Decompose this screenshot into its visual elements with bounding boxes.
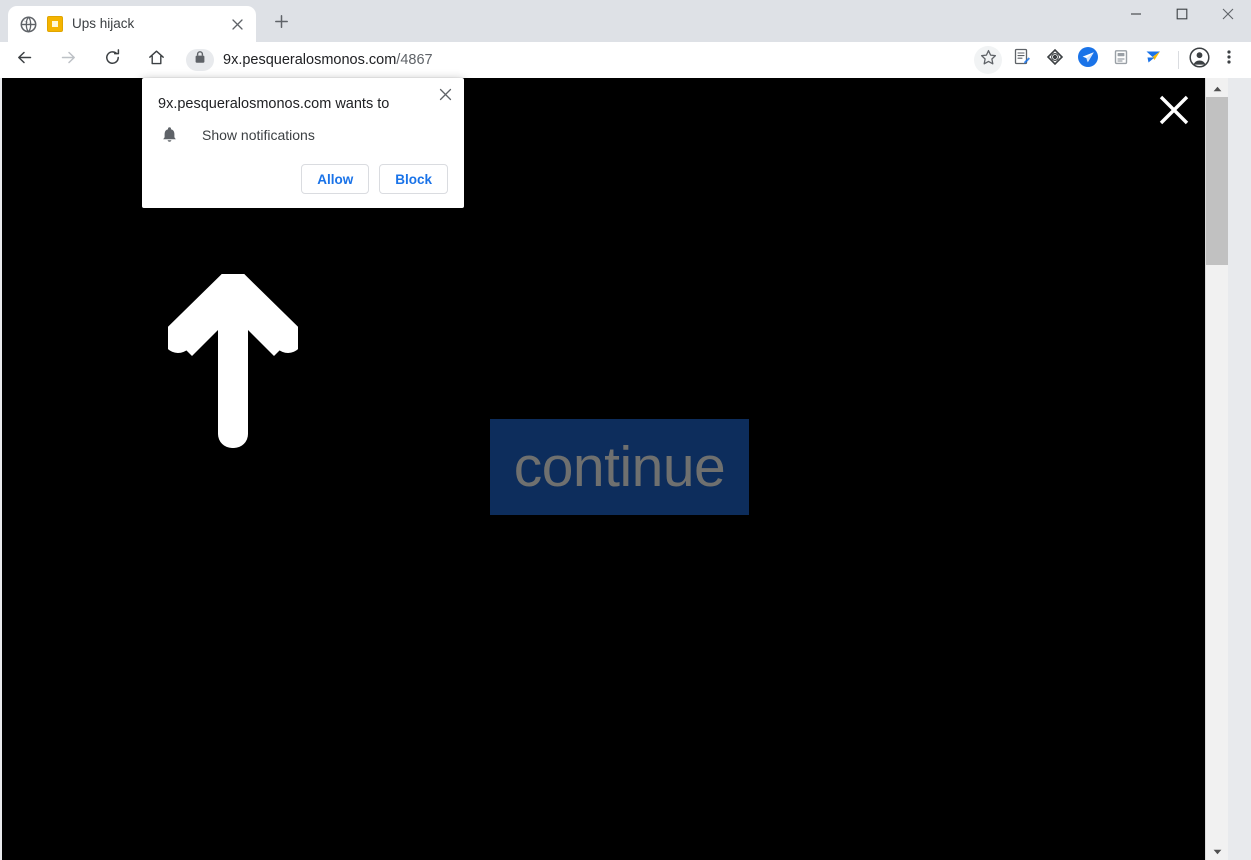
lock-icon bbox=[194, 50, 206, 69]
permission-dialog-actions: Allow Block bbox=[301, 164, 448, 194]
forward-button[interactable] bbox=[54, 46, 82, 74]
toolbar-divider bbox=[1178, 50, 1179, 69]
back-button[interactable] bbox=[10, 46, 38, 74]
back-arrow-icon bbox=[15, 48, 34, 72]
bell-icon bbox=[158, 124, 180, 146]
url-text: 9x.pesqueralosmonos.com/4867 bbox=[223, 46, 433, 74]
maximize-button[interactable] bbox=[1159, 0, 1205, 32]
diamond-node-icon bbox=[1045, 47, 1065, 72]
browser-toolbar: 9x.pesqueralosmonos.com/4867 bbox=[0, 42, 1251, 78]
reload-button[interactable] bbox=[98, 46, 126, 74]
continue-button[interactable]: continue bbox=[490, 419, 749, 515]
scroll-down-arrow-icon bbox=[1213, 842, 1222, 860]
permission-request-row: Show notifications bbox=[158, 124, 315, 146]
lightning-arrow-icon bbox=[1144, 47, 1164, 72]
document-edit-icon bbox=[1012, 47, 1032, 72]
tabstrip-left-padding bbox=[0, 0, 8, 42]
tab-strip: Ups hijack bbox=[0, 0, 1251, 42]
tab-close-icon[interactable] bbox=[226, 13, 248, 35]
scroll-up-arrow-icon bbox=[1213, 79, 1222, 97]
permission-dialog-title: 9x.pesqueralosmonos.com wants to bbox=[158, 96, 390, 112]
permission-request-label: Show notifications bbox=[202, 127, 315, 143]
up-arrow-icon bbox=[163, 269, 303, 464]
permission-dialog-close-button[interactable] bbox=[432, 84, 458, 110]
allow-button[interactable]: Allow bbox=[301, 164, 370, 194]
archive-box-icon bbox=[1112, 48, 1130, 71]
address-bar[interactable]: 9x.pesqueralosmonos.com/4867 bbox=[186, 46, 968, 74]
profile-button[interactable] bbox=[1185, 46, 1213, 74]
profile-avatar-icon bbox=[1188, 46, 1210, 73]
home-button[interactable] bbox=[142, 46, 170, 74]
url-path: /4867 bbox=[396, 51, 433, 68]
minimize-button[interactable] bbox=[1113, 0, 1159, 32]
extension-archive-box-button[interactable] bbox=[1107, 46, 1135, 74]
browser-window: Ups hijack 9x.pesqueralosmonos.com/4867 … bbox=[0, 0, 1251, 860]
minimize-icon bbox=[1130, 7, 1142, 25]
plus-icon bbox=[274, 15, 288, 33]
scrollbar-thumb[interactable] bbox=[1206, 97, 1228, 265]
url-host: 9x.pesqueralosmonos.com bbox=[223, 51, 397, 68]
continue-button-label: continue bbox=[513, 434, 726, 499]
extension-lightning-arrow-button[interactable] bbox=[1140, 46, 1168, 74]
page-scrollbar[interactable] bbox=[1205, 78, 1228, 860]
extension-document-edit-button[interactable] bbox=[1008, 46, 1036, 74]
site-security-chip[interactable] bbox=[186, 48, 214, 71]
star-bookmark-icon bbox=[980, 49, 997, 71]
bookmark-star-button[interactable] bbox=[974, 45, 1002, 74]
close-x-icon bbox=[1157, 93, 1191, 132]
browser-tab[interactable]: Ups hijack bbox=[8, 6, 256, 42]
browser-menu-button[interactable] bbox=[1215, 46, 1243, 74]
notification-permission-dialog: 9x.pesqueralosmonos.com wants to Show no… bbox=[142, 78, 464, 208]
window-controls bbox=[1113, 0, 1251, 32]
block-button[interactable]: Block bbox=[379, 164, 448, 194]
close-icon bbox=[439, 88, 452, 106]
paper-plane-icon bbox=[1077, 46, 1099, 73]
maximize-icon bbox=[1176, 7, 1188, 25]
page-close-button[interactable] bbox=[1152, 90, 1196, 134]
globe-icon bbox=[20, 15, 37, 33]
scrollbar-up-button[interactable] bbox=[1206, 78, 1228, 97]
home-icon bbox=[147, 48, 166, 72]
tab-favicon-icon bbox=[47, 16, 63, 32]
close-icon bbox=[1222, 7, 1234, 25]
forward-arrow-icon bbox=[59, 48, 78, 72]
reload-icon bbox=[103, 48, 122, 72]
extension-paper-plane-button[interactable] bbox=[1074, 46, 1102, 74]
close-window-button[interactable] bbox=[1205, 0, 1251, 32]
scrollbar-down-button[interactable] bbox=[1206, 841, 1228, 860]
new-tab-button[interactable] bbox=[266, 9, 296, 39]
three-dot-menu-icon bbox=[1221, 49, 1237, 70]
extension-diamond-node-button[interactable] bbox=[1041, 46, 1069, 74]
tab-title: Ups hijack bbox=[72, 16, 135, 31]
